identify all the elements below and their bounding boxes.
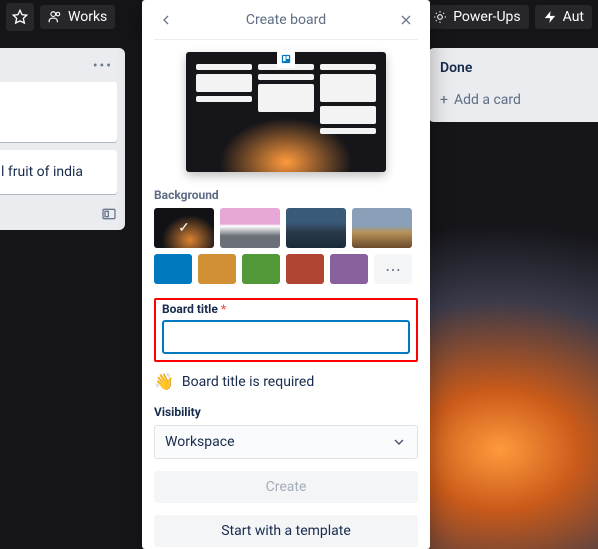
board-preview	[186, 52, 386, 172]
bg-image-3[interactable]	[286, 208, 346, 248]
wave-icon: 👋	[154, 372, 174, 391]
add-card-button[interactable]: + Add a card	[436, 86, 598, 114]
visibility-value: Workspace	[165, 434, 235, 450]
template-icon[interactable]	[101, 206, 117, 222]
bg-image-1[interactable]	[154, 208, 214, 248]
create-button[interactable]: Create	[154, 471, 418, 503]
list-card[interactable]	[0, 82, 117, 142]
bg-color-1[interactable]	[154, 254, 192, 284]
start-with-template-button[interactable]: Start with a template	[154, 515, 418, 547]
background-colors-row: ⋯	[154, 254, 418, 284]
add-card-label: Add a card	[454, 92, 521, 108]
automation-label: Aut	[563, 9, 584, 25]
background-images-row	[154, 208, 418, 248]
board-title-input[interactable]	[162, 320, 410, 354]
popover-title: Create board	[178, 12, 394, 28]
create-board-popover: Create board Background ⋯ Board title *	[142, 0, 430, 549]
board-title-field-highlight: Board title *	[154, 298, 418, 362]
list-column-left: ••• l fruit of india	[0, 48, 125, 230]
bg-image-2[interactable]	[220, 208, 280, 248]
list-title[interactable]: Done	[436, 56, 598, 86]
chevron-down-icon	[391, 434, 407, 450]
visibility-select[interactable]: Workspace	[154, 425, 418, 459]
bg-more-button[interactable]: ⋯	[374, 254, 412, 284]
powerups-label: Power-Ups	[453, 9, 520, 25]
automation-button[interactable]: Aut	[535, 5, 592, 29]
bg-color-2[interactable]	[198, 254, 236, 284]
bg-color-5[interactable]	[330, 254, 368, 284]
background-label: Background	[154, 188, 418, 202]
title-required-hint: 👋 Board title is required	[154, 372, 418, 391]
bg-color-3[interactable]	[242, 254, 280, 284]
board-title-label: Board title *	[162, 302, 410, 316]
bg-color-4[interactable]	[286, 254, 324, 284]
visibility-label: Visibility	[154, 405, 418, 419]
workspace-button[interactable]: Works	[40, 5, 115, 29]
back-button[interactable]	[154, 8, 178, 32]
list-column-right: Done + Add a card	[428, 48, 598, 122]
bg-image-4[interactable]	[352, 208, 412, 248]
more-icon[interactable]: •••	[93, 58, 113, 74]
workspace-label: Works	[68, 9, 107, 25]
trello-icon	[277, 50, 295, 68]
star-button[interactable]	[6, 3, 34, 31]
plus-icon: +	[440, 92, 448, 108]
list-card[interactable]: l fruit of india	[0, 150, 117, 194]
close-button[interactable]	[394, 8, 418, 32]
powerups-button[interactable]: Power-Ups	[425, 5, 528, 29]
